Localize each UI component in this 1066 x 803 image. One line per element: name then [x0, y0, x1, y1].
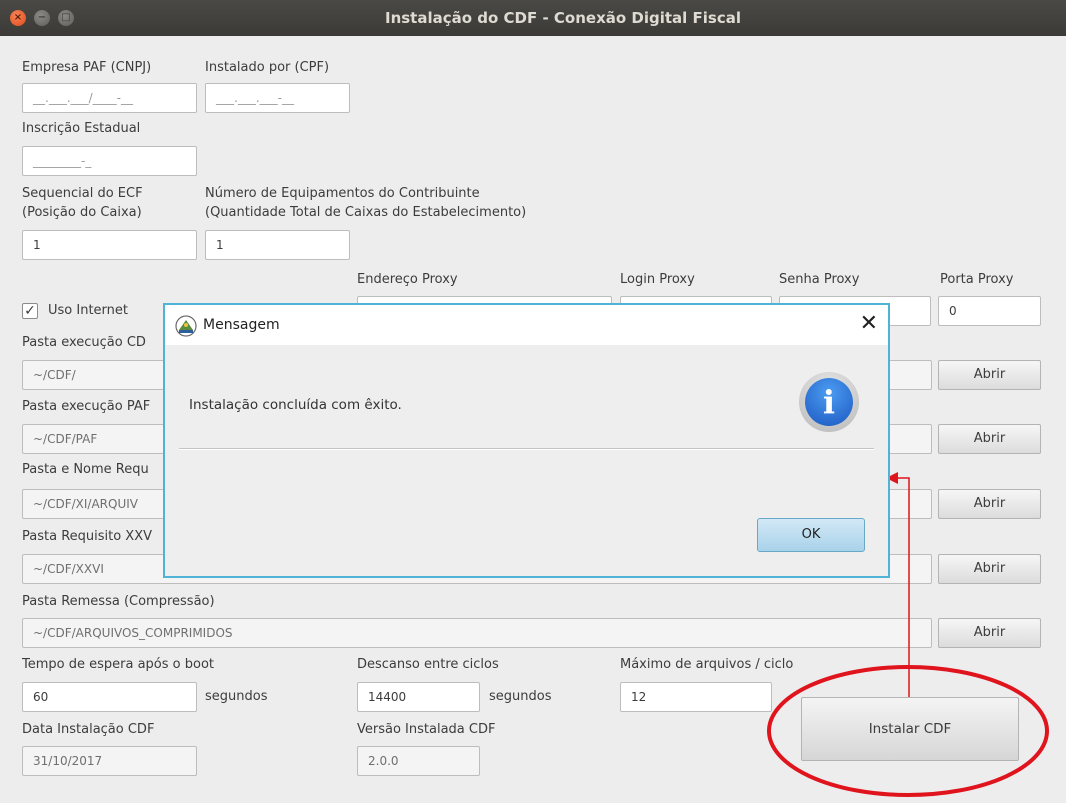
ok-button[interactable]: OK [757, 518, 865, 552]
dialog-close-icon[interactable]: ✕ [860, 311, 878, 337]
info-icon: i [799, 372, 859, 432]
dialog-title: Mensagem [203, 317, 280, 333]
dialog-titlebar: Mensagem ✕ [165, 305, 888, 345]
dialog-message: Instalação concluída com êxito. [189, 397, 402, 413]
message-dialog: Mensagem ✕ Instalação concluída com êxit… [163, 303, 890, 578]
annotation-ellipse [767, 665, 1049, 797]
annotation-arrow-line [896, 477, 910, 697]
app-logo-icon [175, 315, 197, 337]
dialog-separator [179, 448, 874, 450]
